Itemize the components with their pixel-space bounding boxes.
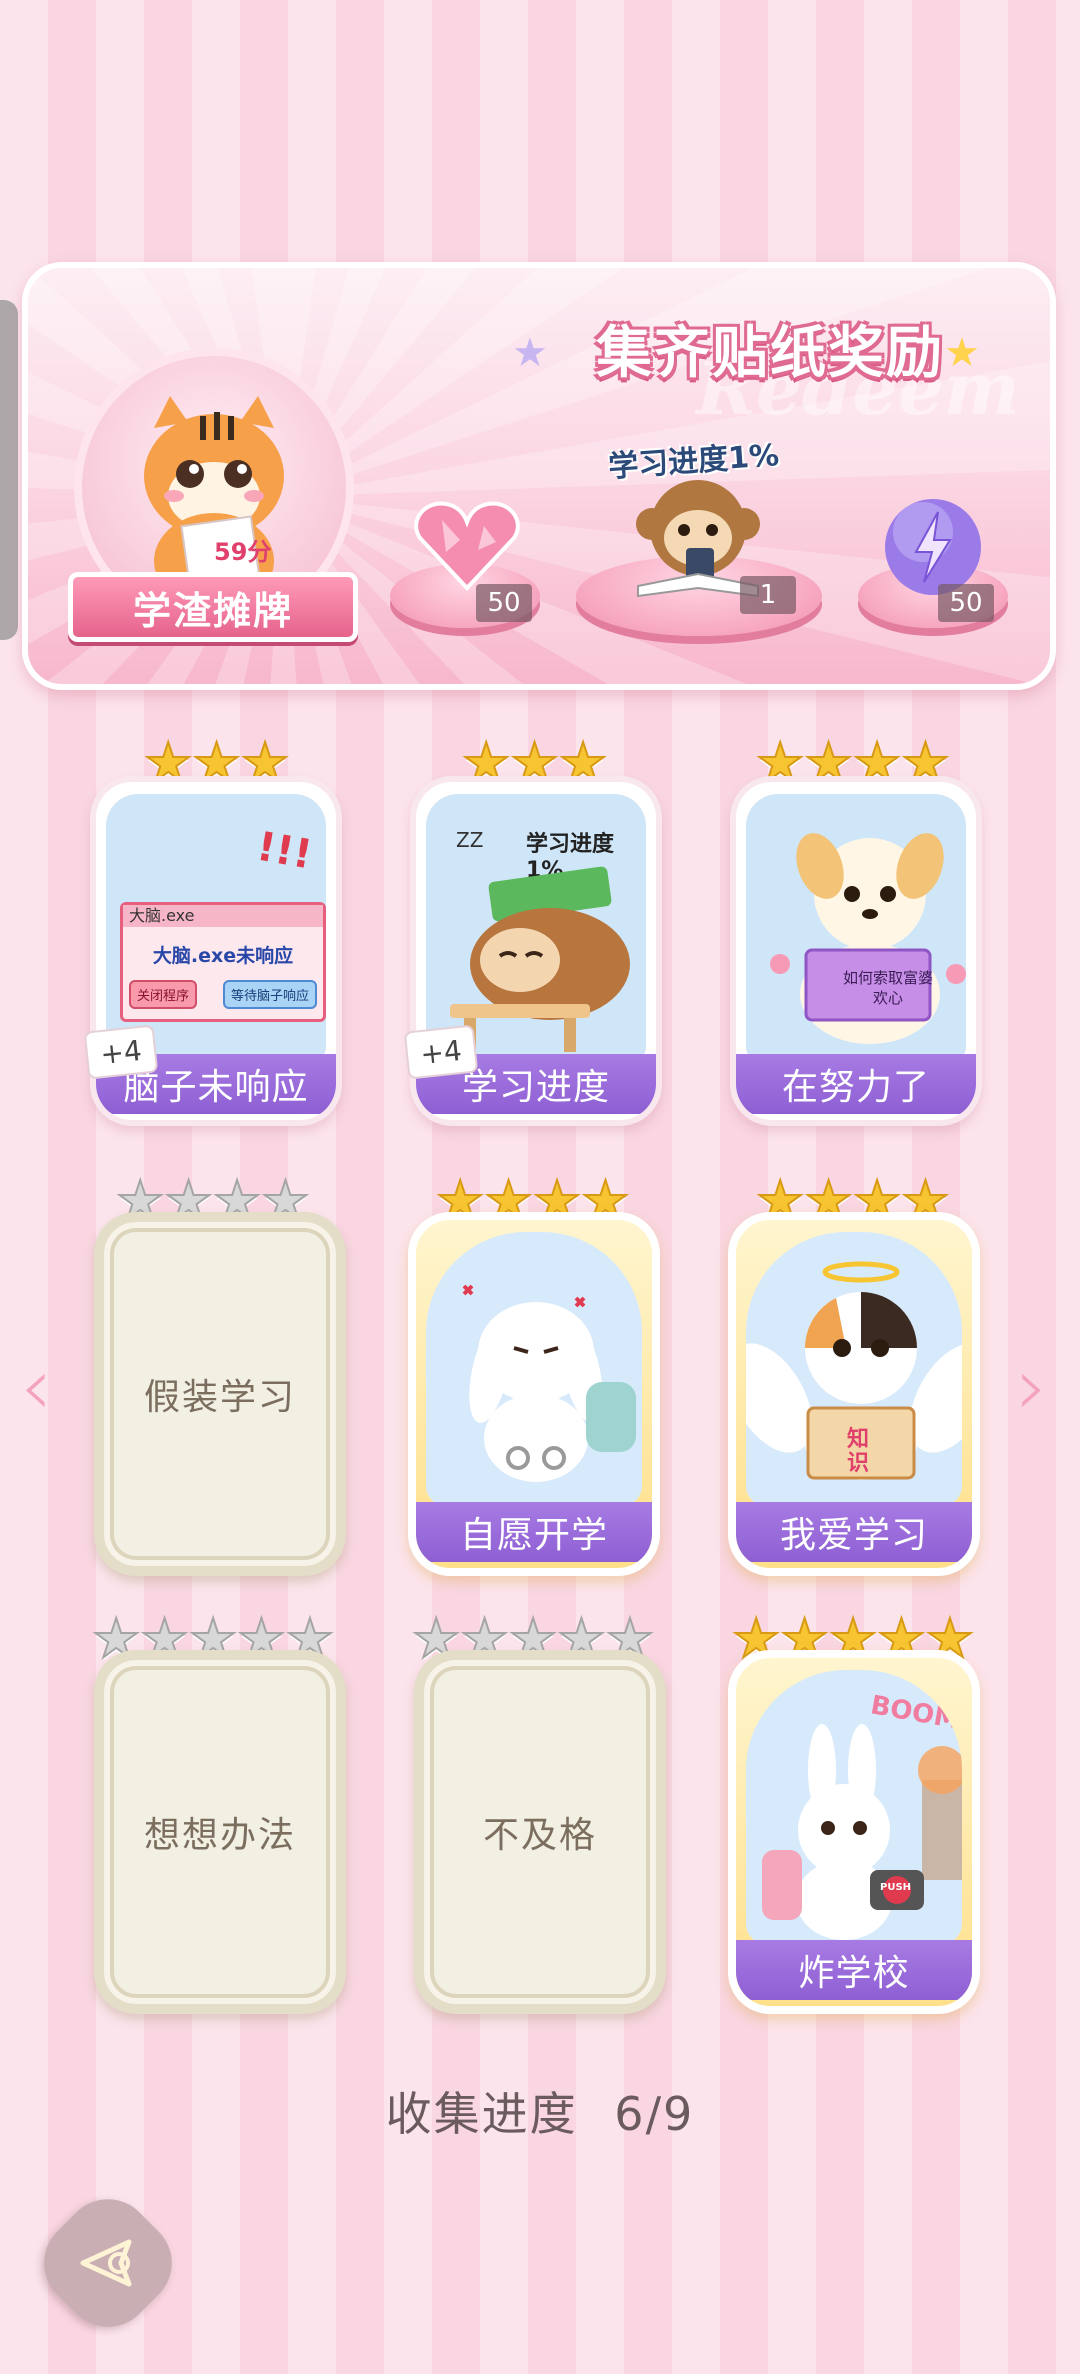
exclaim-icon: !!!	[253, 823, 316, 879]
card-label: 不及格	[482, 1815, 597, 1856]
sticker-card[interactable]: 知识 我爱学习	[728, 1212, 980, 1576]
window-title: 大脑.exe	[123, 905, 323, 927]
banner-title: 集齐贴纸奖励	[596, 320, 944, 386]
window-message: 大脑.exe未响应	[152, 945, 294, 967]
card-label: 炸学校	[736, 1940, 972, 2000]
badge-title: 学渣摊牌	[68, 572, 358, 642]
book-text: 知识	[846, 1427, 869, 1476]
score-text: 59分	[214, 538, 272, 566]
sticker-card[interactable]: BOOM!! PUSH 炸学校	[728, 1650, 980, 2014]
card-label: 自愿开学	[416, 1502, 652, 1562]
card-art: BOOM!! PUSH	[746, 1670, 962, 1944]
card-label: 在努力了	[736, 1054, 976, 1114]
sticker-card-locked[interactable]: 假装学习	[94, 1212, 346, 1576]
error-window: 大脑.exe 大脑.exe未响应 关闭程序 等待脑子响应	[120, 902, 326, 1022]
card-art: ZZ 学习进度1%	[426, 794, 646, 1058]
progress-value: 6/9	[614, 2087, 695, 2141]
collection-progress: 收集进度 6/9	[0, 2078, 1080, 2144]
reward-count: 50	[938, 584, 994, 622]
sticker-card[interactable]: 如何索取富婆欢心 在努力了	[730, 776, 982, 1126]
chevron-left-icon[interactable]: ‹	[20, 1340, 52, 1433]
back-button[interactable]	[25, 2180, 191, 2346]
reward-banner: Redeem ★ ★ 集齐贴纸奖励 59分 学渣摊牌 50 学习进度1% 1 5…	[22, 262, 1056, 690]
back-icon	[80, 2239, 132, 2287]
plus-tag: +4	[403, 1024, 479, 1080]
close-program-button: 关闭程序	[129, 980, 198, 1009]
plus-tag: +4	[83, 1024, 159, 1080]
sticker-card[interactable]: 自愿开学	[408, 1212, 660, 1576]
sleep-icon: ZZ	[456, 828, 484, 852]
card-label: 想想办法	[143, 1815, 296, 1856]
wait-button: 等待脑子响应	[222, 980, 317, 1009]
card-art: 如何索取富婆欢心	[746, 794, 966, 1058]
card-art: !!! 大脑.exe 大脑.exe未响应 关闭程序 等待脑子响应	[106, 794, 326, 1058]
book-text: 如何索取富婆欢心	[842, 969, 933, 1007]
heart-gem-icon[interactable]	[412, 496, 522, 596]
card-art	[426, 1232, 642, 1506]
card-label: 假装学习	[143, 1377, 296, 1418]
reward-count: 1	[740, 576, 796, 614]
sticker-card-locked[interactable]: 想想办法	[94, 1650, 346, 2014]
side-drawer-handle[interactable]	[0, 300, 18, 640]
reward-count: 50	[476, 584, 532, 622]
card-art: 知识	[746, 1232, 962, 1506]
chevron-right-icon[interactable]: ›	[1016, 1340, 1048, 1433]
push-button-text: PUSH	[880, 1882, 912, 1893]
star-icon: ★	[512, 330, 548, 376]
progress-label: 收集进度	[385, 2087, 578, 2141]
card-label: 我爱学习	[736, 1502, 972, 1562]
sticker-card-locked[interactable]: 不及格	[414, 1650, 666, 2014]
